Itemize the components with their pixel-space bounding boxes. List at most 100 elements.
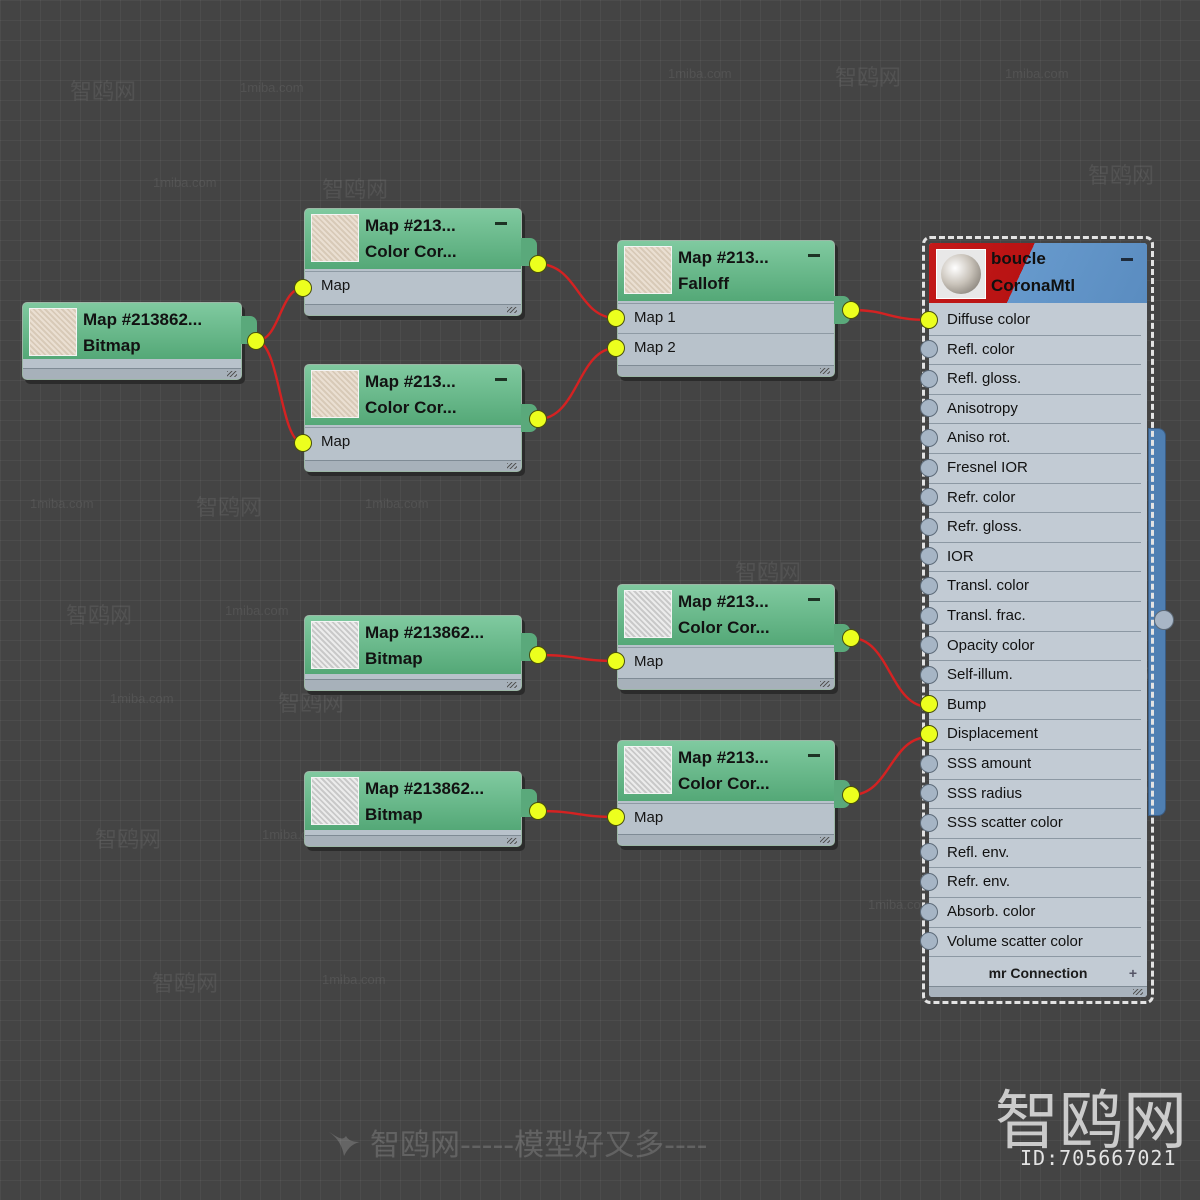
color-correction-node[interactable]: Map #213... Color Cor... Map: [617, 740, 850, 850]
input-port[interactable]: [607, 339, 625, 357]
material-slot-row[interactable]: IOR: [929, 542, 1141, 573]
wire: [537, 809, 617, 819]
material-slot-row[interactable]: Refr. gloss.: [929, 512, 1141, 543]
input-port[interactable]: [920, 873, 938, 891]
material-slot-row[interactable]: Bump: [929, 690, 1141, 721]
output-port[interactable]: [529, 802, 547, 820]
resize-grip-icon[interactable]: [507, 463, 517, 469]
color-correction-node[interactable]: Map #213... Color Cor... Map: [617, 584, 850, 694]
input-port[interactable]: [920, 429, 938, 447]
collapse-icon[interactable]: [808, 254, 820, 257]
watermark-text: 智鸥网: [70, 79, 137, 104]
expand-plus-icon[interactable]: +: [1129, 961, 1137, 985]
node-title: Map #213...: [365, 372, 456, 391]
resize-grip-icon[interactable]: [507, 307, 517, 313]
material-slot-row[interactable]: Displacement: [929, 719, 1141, 750]
bitmap-node[interactable]: Map #213862... Bitmap: [304, 771, 537, 851]
material-slot-row[interactable]: Transl. frac.: [929, 601, 1141, 632]
corona-material-node[interactable]: boucle CoronaMtl Diffuse color Refl. colo…: [929, 243, 1147, 997]
watermark-text: 智鸥网: [95, 827, 162, 852]
input-port[interactable]: [920, 606, 938, 625]
resize-grip-icon[interactable]: [1133, 989, 1143, 995]
input-port[interactable]: [920, 517, 938, 536]
input-port[interactable]: [920, 813, 938, 832]
node-type: Color Cor...: [365, 242, 457, 261]
color-correction-node[interactable]: Map #213... Color Cor... Map: [304, 208, 537, 320]
watermark-text: 1miba.com: [668, 66, 732, 81]
material-slot-row[interactable]: SSS amount: [929, 749, 1141, 780]
material-slot-row[interactable]: Absorb. color: [929, 897, 1141, 928]
watermark-text: 智鸥网: [835, 65, 902, 90]
input-port[interactable]: [294, 434, 312, 452]
material-slot-row[interactable]: SSS scatter color: [929, 808, 1141, 839]
texture-thumbnail: [311, 777, 359, 825]
slogan-watermark: 智鸥网-----模型好又多----: [370, 1128, 708, 1163]
collapse-icon[interactable]: [495, 378, 507, 381]
input-port[interactable]: [607, 309, 625, 327]
material-slot-row[interactable]: Opacity color: [929, 631, 1141, 662]
material-slot-row[interactable]: Self-illum.: [929, 660, 1141, 691]
material-slot-row[interactable]: SSS radius: [929, 779, 1141, 810]
material-slot-row[interactable]: Fresnel IOR: [929, 453, 1141, 484]
material-slot-row[interactable]: Refl. color: [929, 335, 1141, 366]
material-slot-row[interactable]: Volume scatter color: [929, 927, 1141, 958]
texture-thumbnail: [624, 590, 672, 638]
node-title: Map #213...: [678, 592, 769, 611]
input-port[interactable]: [920, 665, 938, 684]
falloff-node[interactable]: Map #213... Falloff Map 1 Map 2: [617, 240, 850, 381]
texture-thumbnail: [311, 370, 359, 418]
material-slot-row[interactable]: Refr. env.: [929, 867, 1141, 898]
resize-grip-icon[interactable]: [227, 371, 237, 377]
input-port[interactable]: [920, 902, 938, 921]
input-port-connected[interactable]: [920, 725, 938, 743]
input-port[interactable]: [920, 577, 938, 595]
material-slot-row[interactable]: Refl. gloss.: [929, 364, 1141, 395]
watermark-text: 1miba.com: [225, 603, 289, 618]
input-port[interactable]: [920, 458, 938, 477]
collapse-icon[interactable]: [808, 598, 820, 601]
material-slot-row[interactable]: Refl. env.: [929, 838, 1141, 869]
wire: [537, 653, 617, 663]
material-slot-row[interactable]: Diffuse color: [929, 305, 1141, 336]
material-slot-row[interactable]: Aniso rot.: [929, 423, 1141, 454]
slot-label: Diffuse color: [947, 311, 1031, 328]
output-port[interactable]: [842, 786, 860, 804]
resize-grip-icon[interactable]: [820, 681, 830, 687]
output-port[interactable]: [529, 255, 547, 273]
bitmap-node[interactable]: Map #213862... Bitmap: [22, 302, 257, 384]
resize-grip-icon[interactable]: [820, 837, 830, 843]
material-slot-row[interactable]: Anisotropy: [929, 394, 1141, 425]
watermark-text: 智鸥网: [152, 971, 219, 996]
resize-grip-icon[interactable]: [507, 838, 517, 844]
input-port-connected[interactable]: [920, 310, 938, 329]
output-port[interactable]: [842, 301, 860, 319]
input-port[interactable]: [607, 808, 625, 826]
slot-label: Refr. env.: [947, 873, 1011, 891]
node-title: Map #213...: [678, 748, 769, 767]
bitmap-node[interactable]: Map #213862... Bitmap: [304, 615, 537, 695]
material-output-port[interactable]: [1154, 610, 1174, 630]
slot-label: Map: [634, 653, 664, 670]
output-port[interactable]: [529, 410, 547, 428]
mr-connection-rollout[interactable]: mr Connection +: [929, 961, 1147, 985]
input-port[interactable]: [920, 369, 938, 388]
material-slot-row[interactable]: Transl. color: [929, 571, 1141, 602]
wire: [850, 636, 930, 709]
texture-thumbnail: [29, 308, 77, 356]
collapse-icon[interactable]: [495, 222, 507, 225]
material-slot-row[interactable]: Refr. color: [929, 483, 1141, 514]
watermark-text: 智鸥网: [66, 603, 133, 628]
resize-grip-icon[interactable]: [507, 682, 517, 688]
output-port[interactable]: [247, 332, 265, 350]
input-port[interactable]: [920, 754, 938, 773]
material-preview-sphere: [936, 249, 986, 299]
input-port[interactable]: [294, 279, 312, 297]
watermark-text: 1miba.com: [240, 80, 304, 95]
output-port[interactable]: [842, 629, 860, 647]
collapse-icon[interactable]: [1121, 258, 1133, 261]
color-correction-node[interactable]: Map #213... Color Cor... Map: [304, 364, 537, 476]
output-port[interactable]: [529, 646, 547, 664]
input-port[interactable]: [607, 652, 625, 670]
resize-grip-icon[interactable]: [820, 368, 830, 374]
collapse-icon[interactable]: [808, 754, 820, 757]
